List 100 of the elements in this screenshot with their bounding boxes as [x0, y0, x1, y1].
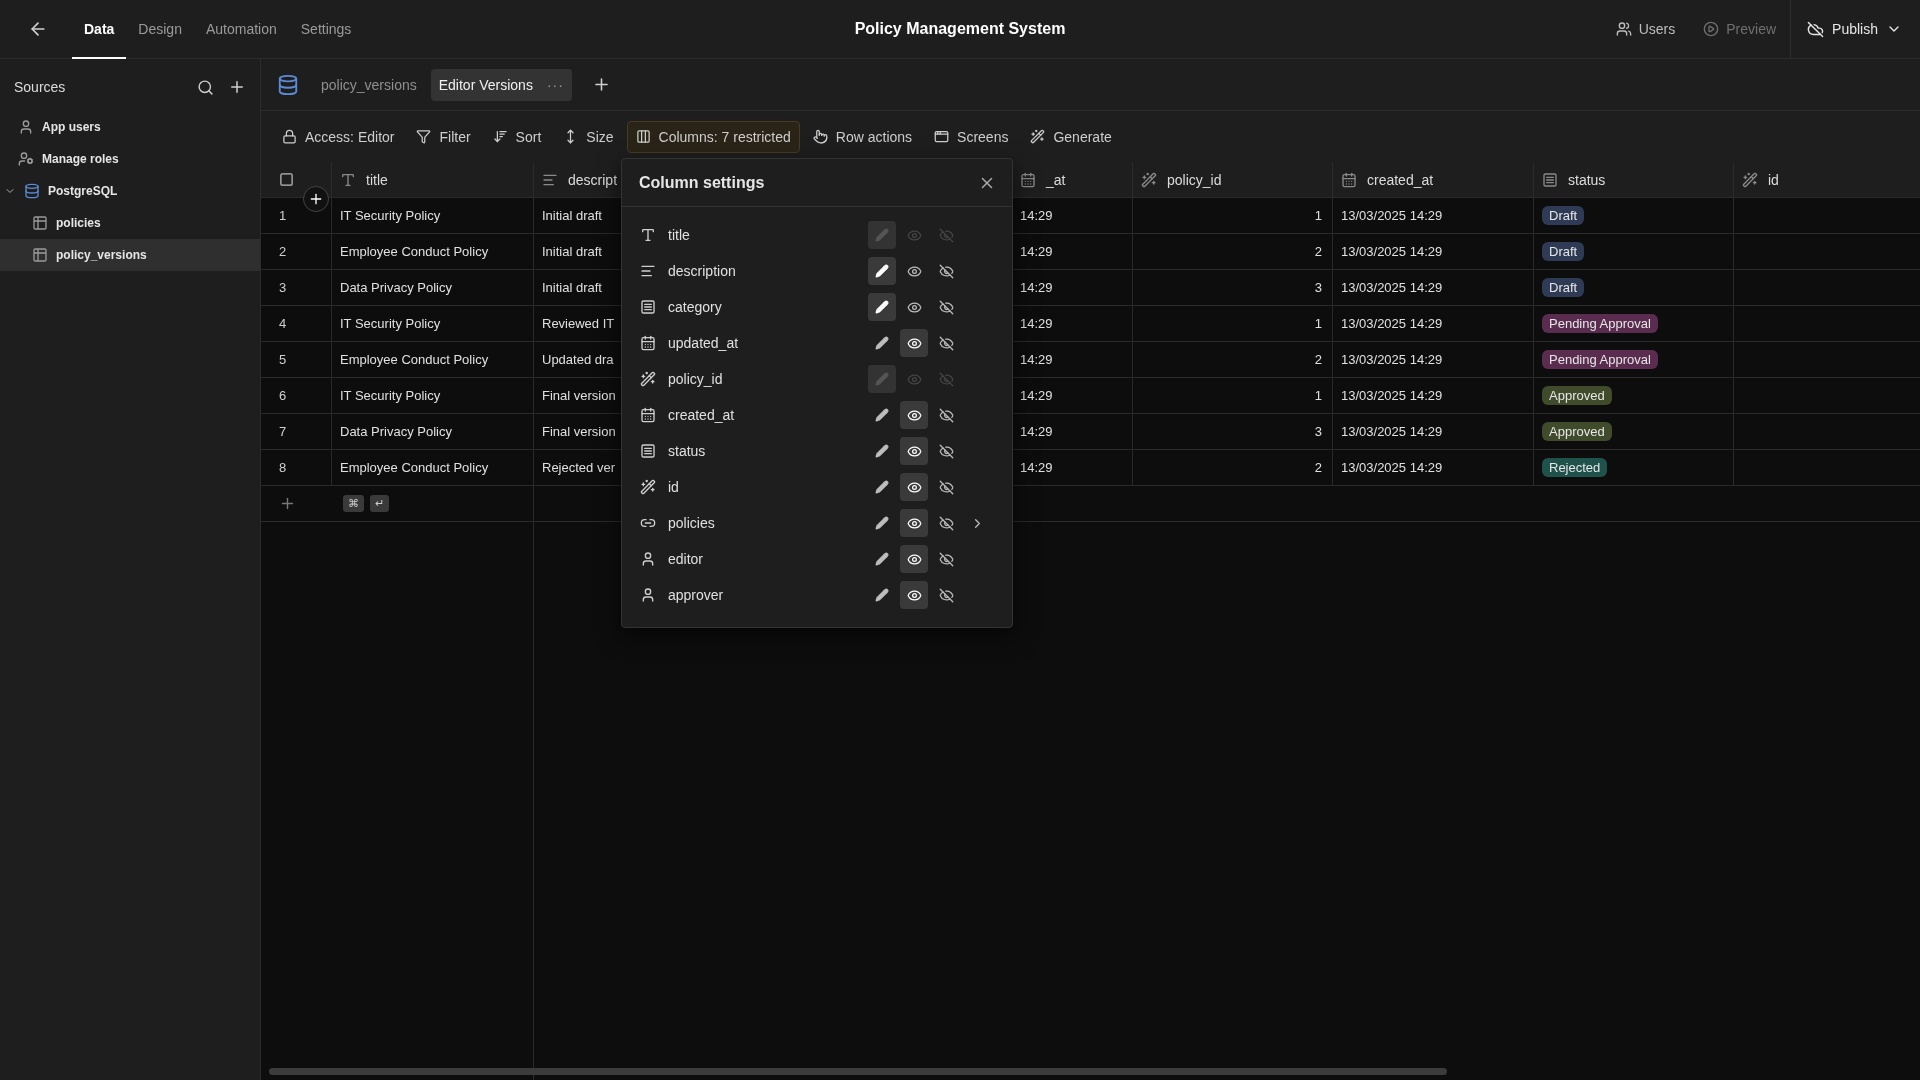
pencil-icon	[875, 408, 889, 422]
shortcut-key: ↵	[370, 495, 389, 512]
table-tab[interactable]: Editor Versions ···	[430, 68, 572, 101]
pencil-icon	[875, 372, 889, 386]
magic-wand-icon	[1030, 129, 1046, 144]
edit-button[interactable]	[868, 293, 896, 321]
visible-button[interactable]	[900, 401, 928, 429]
nav-tab[interactable]: Design	[126, 0, 194, 59]
sidebar-item[interactable]: policy_versions	[0, 239, 260, 271]
sidebar-item[interactable]: policies	[0, 207, 260, 239]
text-type-icon	[640, 227, 656, 243]
shortcut-key: ⌘	[343, 495, 364, 512]
magic-wand-icon	[1141, 171, 1157, 188]
eye-icon	[906, 515, 922, 531]
scrollbar[interactable]	[269, 1068, 1447, 1075]
table-cell: 13/03/2025 14:29	[1332, 378, 1533, 413]
table-cell: 13/03/2025 14:29	[1332, 342, 1533, 377]
visible-button[interactable]	[900, 581, 928, 609]
calendar-icon	[640, 407, 656, 423]
list-icon	[640, 443, 656, 459]
row-number: 8	[279, 460, 287, 475]
visible-button[interactable]	[900, 329, 928, 357]
status-badge: Rejected	[1542, 458, 1608, 477]
status-badge: Approved	[1542, 422, 1612, 441]
eye-off-icon	[938, 515, 954, 531]
status-badge: Pending Approval	[1542, 350, 1658, 369]
toolbar-button[interactable]: Access: Editor	[273, 120, 404, 153]
more-menu[interactable]: ···	[546, 76, 564, 93]
column-header[interactable]: id	[1733, 162, 1920, 197]
row-number: 2	[279, 244, 287, 259]
edit-button[interactable]	[868, 257, 896, 285]
user-icon	[640, 551, 656, 567]
toolbar-button[interactable]: Generate	[1021, 120, 1121, 153]
table-tab[interactable]: policy_versions	[313, 68, 425, 101]
add-button[interactable]	[228, 78, 246, 96]
table-cell: Employee Conduct Policy	[331, 234, 533, 269]
table-cell: 1	[1132, 378, 1332, 413]
users-icon	[1615, 21, 1632, 37]
visible-button[interactable]	[900, 437, 928, 465]
eye-icon	[906, 551, 922, 567]
search-button[interactable]	[197, 78, 214, 96]
status-badge: Draft	[1542, 242, 1585, 261]
visible-button[interactable]	[900, 545, 928, 573]
sidebar-item[interactable]: Manage roles	[0, 143, 260, 175]
eye-icon	[906, 335, 922, 351]
publish-button[interactable]: Publish	[1790, 0, 1920, 58]
eye-off-icon	[938, 335, 954, 351]
paragraph-icon	[640, 263, 656, 279]
table-cell: 13/03/2025 14:29	[1332, 234, 1533, 269]
database-icon	[277, 73, 299, 96]
table-cell: IT Security Policy	[331, 198, 533, 233]
toolbar-button[interactable]: Columns: 7 restricted	[626, 120, 800, 153]
toolbar-button[interactable]: Size	[554, 120, 623, 153]
row-number: 7	[279, 424, 287, 439]
pencil-icon	[875, 516, 889, 530]
table-cell: Employee Conduct Policy	[331, 450, 533, 485]
row-number: 6	[279, 388, 287, 403]
eye-icon	[906, 479, 922, 495]
row-number: 3	[279, 280, 287, 295]
eye-icon	[906, 299, 922, 315]
sort-icon	[492, 129, 508, 144]
toolbar-button[interactable]: Sort	[483, 120, 551, 153]
status-badge: Draft	[1542, 278, 1585, 297]
sources-heading: Sources	[14, 79, 66, 95]
field-label: approver	[668, 587, 724, 603]
column-header[interactable]: status	[1533, 162, 1733, 197]
toolbar-button[interactable]: Filter	[407, 120, 480, 153]
column-header[interactable]: policy_id	[1132, 162, 1332, 197]
toolbar-button[interactable]: Screens	[925, 120, 1018, 153]
column-header[interactable]: created_at	[1332, 162, 1533, 197]
status-badge: Draft	[1542, 206, 1585, 225]
calendar-icon	[1020, 171, 1036, 188]
checkbox[interactable]	[279, 172, 294, 187]
pencil-icon	[875, 480, 889, 494]
pencil-icon	[875, 336, 889, 350]
eye-icon	[906, 227, 922, 243]
nav-tab[interactable]: Automation	[193, 0, 289, 59]
sidebar-item[interactable]: PostgreSQL	[0, 175, 260, 207]
row-number: 1	[279, 208, 287, 223]
database-icon	[24, 183, 40, 199]
list-icon	[640, 299, 656, 315]
add-row-button[interactable]	[279, 495, 296, 512]
table-icon	[32, 247, 48, 263]
user-icon	[18, 119, 34, 135]
nav-tab[interactable]: Settings	[288, 0, 364, 59]
visible-button[interactable]	[900, 473, 928, 501]
user-gear-icon	[18, 151, 34, 167]
field-label: editor	[668, 551, 704, 567]
column-header[interactable]: title	[331, 162, 533, 197]
eye-off-icon	[938, 371, 954, 387]
eye-off-icon	[938, 407, 954, 423]
sidebar-item[interactable]: App users	[0, 111, 260, 143]
users-button[interactable]: Users	[1601, 21, 1690, 37]
toolbar-button[interactable]: Row actions	[803, 120, 922, 153]
visible-button[interactable]	[900, 509, 928, 537]
eye-icon	[906, 407, 922, 423]
status-badge: Approved	[1542, 386, 1612, 405]
eye-off-icon	[938, 479, 954, 495]
lock-icon	[282, 129, 297, 144]
play-icon	[1703, 21, 1720, 37]
